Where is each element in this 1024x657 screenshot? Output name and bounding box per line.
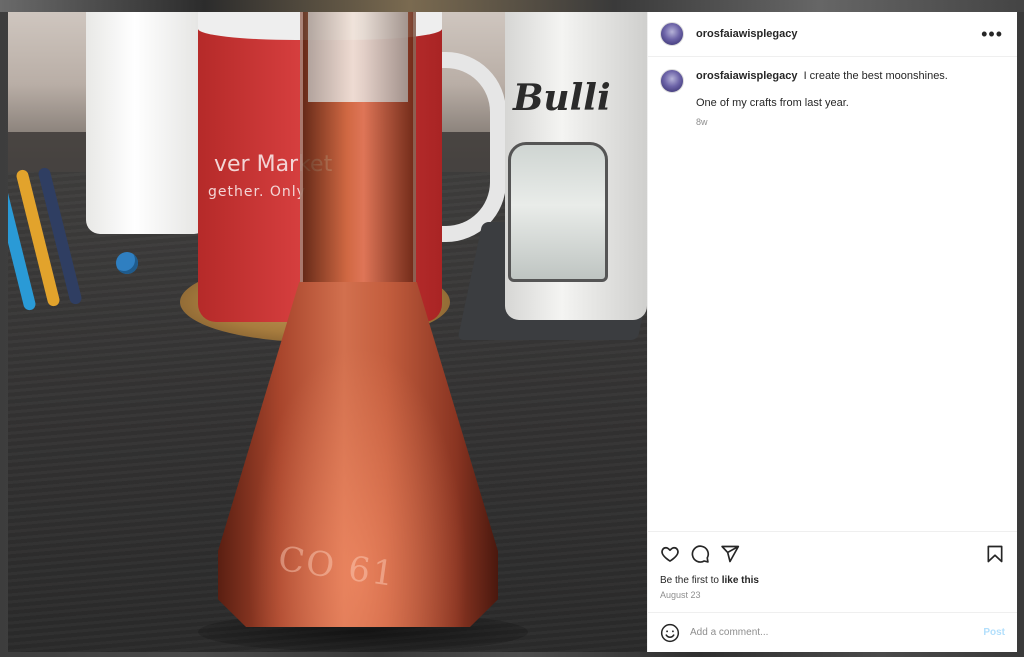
caption-line-1: orosfaiawisplegacy I create the best moo… [696,69,948,83]
post-date[interactable]: August 23 [648,586,1017,612]
caption-line-2: One of my crafts from last year. [696,97,849,109]
avatar[interactable] [660,22,684,46]
comment-icon[interactable] [690,544,710,564]
emoji-icon[interactable] [660,623,680,643]
caption-body: orosfaiawisplegacy I create the best moo… [696,69,948,129]
comment-box: Post [648,612,1017,652]
action-bar [648,531,1017,575]
more-horizontal-icon[interactable]: ••• [981,25,1003,43]
caption-avatar[interactable] [660,69,684,93]
comment-input[interactable] [690,627,984,638]
post-photo[interactable]: ver Market gether. Only Bulli CO 61 [8,12,647,652]
comments-area: orosfaiawisplegacy I create the best moo… [648,57,1017,531]
likes-text: Be the first to like this [648,575,1017,586]
photo-van-drawing [508,142,608,282]
caption-row: orosfaiawisplegacy I create the best moo… [660,69,1005,129]
caption-text: I create the best moonshines. [803,70,948,82]
photo-bottle-top [308,12,408,102]
caption-username[interactable]: orosfaiawisplegacy [696,70,798,82]
heart-icon[interactable] [660,544,680,564]
like-this-link[interactable]: like this [722,575,759,586]
post-sidebar: orosfaiawisplegacy ••• orosfaiawisplegac… [647,12,1017,652]
share-icon[interactable] [720,544,740,564]
post-header: orosfaiawisplegacy ••• [648,12,1017,57]
caption-age[interactable]: 8w [696,115,948,129]
photo-white-mug [86,12,208,234]
photo-pushpin [116,252,138,274]
photo-red-mug-text2: gether. Only [208,184,306,200]
likes-prefix: Be the first to [660,575,722,586]
header-username[interactable]: orosfaiawisplegacy [696,28,798,40]
photo-bulli-text: Bulli [513,77,611,119]
post-modal: ver Market gether. Only Bulli CO 61 oros… [8,12,1017,652]
post-comment-button[interactable]: Post [983,627,1005,638]
bookmark-icon[interactable] [985,544,1005,564]
